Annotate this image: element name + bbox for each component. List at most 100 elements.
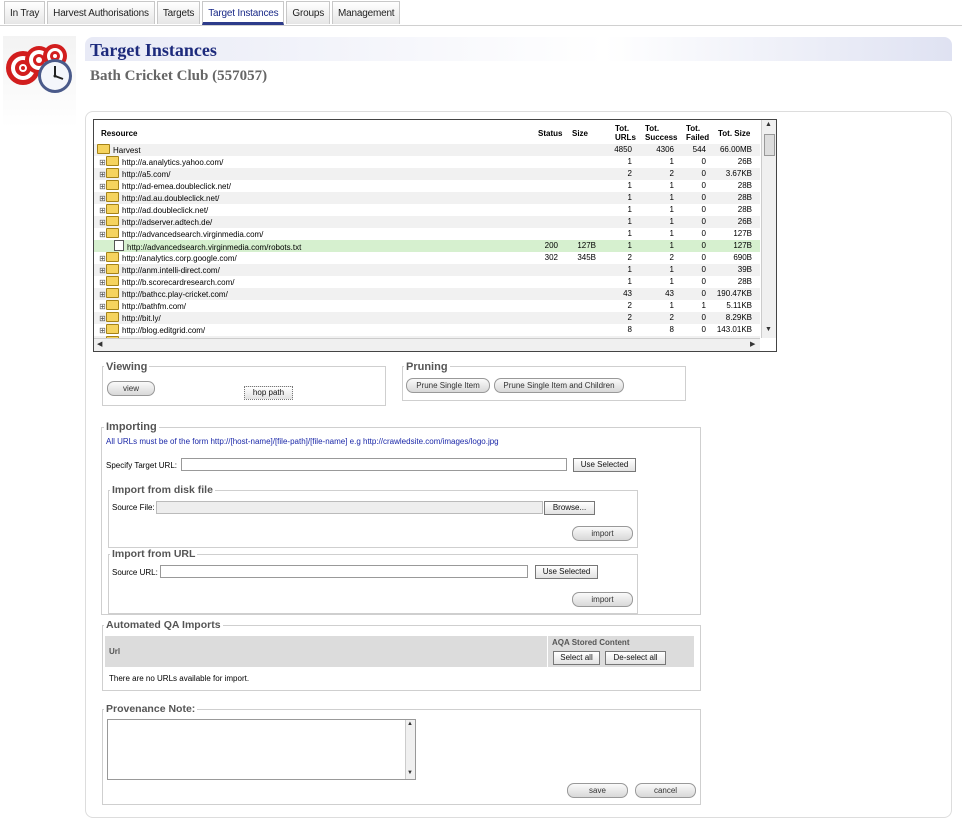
tree-row[interactable]: ⊞ http://ad-emea.doubleclick.net/1 1 0 28B — [94, 180, 760, 192]
tree-row[interactable]: ⊞ http://ad.doubleclick.net/1 1 0 28B — [94, 204, 760, 216]
tree-cell-failed: 1 — [701, 301, 706, 310]
tree-cell-failed: 0 — [701, 205, 706, 214]
tree-cell-urls: 1 — [627, 217, 632, 226]
select-all-button[interactable]: Select all — [553, 651, 600, 665]
tree-cell-totsize: 28B — [737, 181, 752, 190]
tree-cell-totsize: 690B — [733, 253, 752, 262]
textarea-scroll-up-icon[interactable]: ▲ — [407, 721, 413, 727]
tree-cell-failed: 0 — [701, 277, 706, 286]
browse-button[interactable]: Browse... — [544, 501, 595, 515]
scroll-up-icon[interactable]: ▲ — [765, 121, 772, 128]
tree-row[interactable]: ⊞ http://a5.com/2 2 0 3.67KB — [94, 168, 760, 180]
provenance-note-textarea[interactable]: ▲ ▼ — [107, 719, 416, 780]
tree-cell-urls: 1 — [627, 265, 632, 274]
import-url-fieldset — [108, 554, 638, 614]
tree-cell-success: 2 — [669, 253, 674, 262]
tree-cell-urls: 2 — [627, 253, 632, 262]
tree-row-label: http://ad.au.doubleclick.net/ — [122, 194, 220, 203]
textarea-scrollbar[interactable]: ▲ ▼ — [405, 720, 415, 779]
tree-row[interactable]: ⊞ http://advancedsearch.virginmedia.com/1… — [94, 228, 760, 240]
tree-row-label: http://advancedsearch.virginmedia.com/ro… — [127, 243, 302, 252]
tree-cell-urls: 2 — [627, 169, 632, 178]
tree-row[interactable]: ⊞ http://bathcc.play-cricket.com/43 43 0 190… — [94, 288, 760, 300]
tree-row[interactable]: ⊞ http://bathfm.com/2 1 1 5.11KB — [94, 300, 760, 312]
target-use-selected-button[interactable]: Use Selected — [573, 458, 636, 472]
tree-cell-totsize: 127B — [733, 241, 752, 250]
hop-path-button[interactable]: hop path — [244, 386, 293, 400]
save-button[interactable]: save — [567, 783, 628, 798]
tree-row[interactable]: ⊞ http://blog.editgrid.com/8 8 0 143.01KB — [94, 324, 760, 336]
aqa-col-stored: AQA Stored Content — [552, 638, 630, 647]
tree-cell-success: 1 — [669, 217, 674, 226]
import-disk-button[interactable]: import — [572, 526, 633, 541]
tree-row-label: http://a.analytics.yahoo.com/ — [122, 158, 224, 167]
tree-row-label: http://ad.doubleclick.net/ — [122, 206, 209, 215]
tree-horizontal-scrollbar[interactable]: ◀ ▶ — [94, 338, 760, 351]
prune-single-item-children-button[interactable]: Prune Single Item and Children — [494, 378, 624, 393]
tree-vertical-scrollbar[interactable]: ▲ ▼ — [761, 120, 776, 338]
tree-row[interactable]: ⊞ http://ad.au.doubleclick.net/1 1 0 28B — [94, 192, 760, 204]
source-file-input[interactable] — [156, 501, 543, 514]
tree-row[interactable]: ⊞ http://b.scorecardresearch.com/1 1 0 28B — [94, 276, 760, 288]
folder-icon — [106, 216, 119, 226]
tree-cell-totsize: 28B — [737, 193, 752, 202]
tab-in-tray[interactable]: In Tray — [4, 1, 46, 24]
tree-cell-urls: 8 — [627, 325, 632, 334]
source-url-input[interactable] — [160, 565, 528, 578]
tree-cell-urls: 1 — [627, 277, 632, 286]
tree-cell-success: 1 — [669, 157, 674, 166]
tree-cell-totsize: 190.47KB — [716, 289, 752, 298]
tree-cell-size: 127B — [577, 241, 596, 250]
tree-cell-failed: 0 — [701, 193, 706, 202]
tree-header: Resource Status Size Tot. URLs Tot. Succ… — [94, 120, 760, 144]
tree-cell-failed: 0 — [701, 289, 706, 298]
tree-cell-success: 1 — [669, 277, 674, 286]
tree-cell-totsize: 28B — [737, 205, 752, 214]
tree-row[interactable]: ⊞ http://bit.ly/2 2 0 8.29KB — [94, 312, 760, 324]
scroll-right-icon[interactable]: ▶ — [750, 340, 755, 348]
col-tot-size: Tot. Size — [718, 129, 751, 138]
tree-cell-failed: 0 — [701, 325, 706, 334]
tree-row[interactable]: http://advancedsearch.virginmedia.com/ro… — [94, 240, 760, 252]
prune-single-item-button[interactable]: Prune Single Item — [406, 378, 490, 393]
tree-row[interactable]: ⊞ http://analytics.corp.google.com/302 345… — [94, 252, 760, 264]
folder-icon — [106, 204, 119, 214]
tab-management[interactable]: Management — [332, 1, 401, 24]
folder-icon — [106, 264, 119, 274]
cancel-button[interactable]: cancel — [635, 783, 696, 798]
aqa-legend: Automated QA Imports — [104, 619, 223, 631]
tree-row-label: http://advancedsearch.virginmedia.com/ — [122, 230, 264, 239]
deselect-all-button[interactable]: De-select all — [605, 651, 666, 665]
tab-target-instances[interactable]: Target Instances — [202, 1, 285, 25]
tab-groups[interactable]: Groups — [286, 1, 331, 24]
tree-row-label: http://bit.ly/ — [122, 314, 161, 323]
tree-cell-success: 1 — [669, 205, 674, 214]
harvest-tree: Resource Status Size Tot. URLs Tot. Succ… — [93, 119, 777, 352]
import-url-button[interactable]: import — [572, 592, 633, 607]
view-button[interactable]: view — [107, 381, 155, 396]
tab-targets[interactable]: Targets — [156, 1, 201, 24]
tree-row-label: http://b.scorecardresearch.com/ — [122, 278, 235, 287]
importing-legend: Importing — [104, 421, 159, 433]
tree-cell-urls: 1 — [627, 229, 632, 238]
scroll-thumb[interactable] — [764, 134, 775, 156]
viewing-legend: Viewing — [104, 361, 150, 373]
tree-cell-failed: 0 — [701, 217, 706, 226]
tree-row[interactable]: Harvest 4850 4306 544 66.00MB — [94, 144, 760, 156]
tree-cell-success: 2 — [669, 169, 674, 178]
col-tot-urls: Tot. URLs — [615, 124, 636, 142]
tree-cell-urls: 1 — [627, 241, 632, 250]
textarea-scroll-down-icon[interactable]: ▼ — [407, 770, 413, 776]
target-url-input[interactable] — [181, 458, 567, 471]
tree-cell-urls: 1 — [627, 157, 632, 166]
tab-harvest-authorisations[interactable]: Harvest Authorisations — [47, 1, 155, 24]
tree-row-label: http://adserver.adtech.de/ — [122, 218, 213, 227]
tree-cell-success: 1 — [669, 265, 674, 274]
tree-row[interactable]: ⊞ http://a.analytics.yahoo.com/1 1 0 26B — [94, 156, 760, 168]
scroll-left-icon[interactable]: ◀ — [97, 340, 102, 348]
scroll-down-icon[interactable]: ▼ — [765, 326, 772, 333]
tree-row[interactable]: ⊞ http://anm.intelli-direct.com/1 1 0 39B — [94, 264, 760, 276]
tree-cell-success: 1 — [669, 181, 674, 190]
tree-row[interactable]: ⊞ http://adserver.adtech.de/1 1 0 26B — [94, 216, 760, 228]
url-use-selected-button[interactable]: Use Selected — [535, 565, 598, 579]
